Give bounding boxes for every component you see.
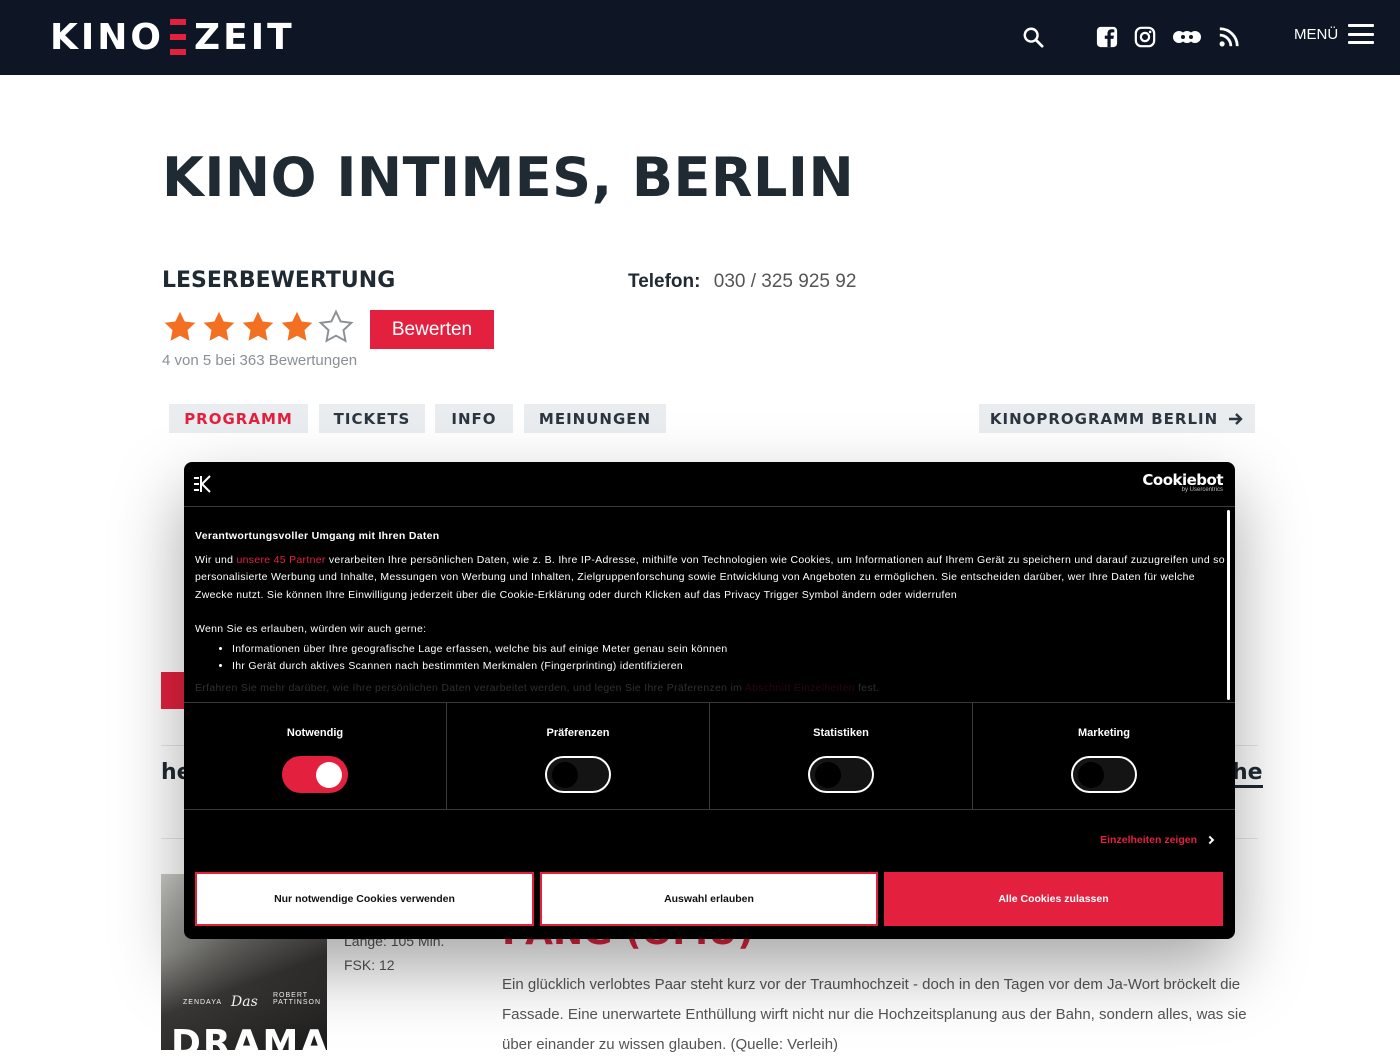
movie-fsk: FSK: 12 xyxy=(344,957,395,973)
star-outline-icon-5[interactable] xyxy=(318,309,354,345)
toggle-knob xyxy=(815,762,841,788)
page-title: KINO INTIMES, BERLIN xyxy=(162,146,855,209)
category-notwendig: Notwendig xyxy=(184,703,447,809)
cookie-bullet-list: Informationen über Ihre geografische Lag… xyxy=(232,641,1225,676)
kinoprogramm-berlin-label: KINOPROGRAMM BERLIN xyxy=(989,409,1219,428)
phone-label: Telefon: xyxy=(628,271,701,292)
kinozeit-small-logo-icon xyxy=(194,475,211,493)
header-icon-group xyxy=(1018,22,1244,52)
allow-all-cookies-button[interactable]: Alle Cookies zulassen xyxy=(884,872,1223,926)
category-marketing: Marketing xyxy=(973,703,1235,809)
toggle-knob xyxy=(316,762,342,788)
list-item: Ihr Gerät durch aktives Scannen nach bes… xyxy=(232,658,1225,676)
tab-meinungen[interactable]: MEINUNGEN xyxy=(524,404,666,433)
star-icon-4[interactable] xyxy=(279,309,315,345)
category-label: Marketing xyxy=(1078,727,1130,739)
cookie-consent-dialog: Cookiebot by Usercentrics Verantwortungs… xyxy=(184,462,1235,939)
chevron-right-icon xyxy=(1205,835,1215,845)
rating-summary: 4 von 5 bei 363 Bewertungen xyxy=(162,352,358,369)
star-rating[interactable] xyxy=(162,309,357,345)
cookie-paragraph-3: Erfahren Sie mehr darüber, wie Ihre pers… xyxy=(195,680,1225,698)
instagram-icon[interactable] xyxy=(1130,22,1160,52)
facebook-icon[interactable] xyxy=(1092,22,1122,52)
menu-button[interactable]: MENÜ xyxy=(1294,24,1375,44)
cookiebot-logo[interactable]: Cookiebot by Usercentrics xyxy=(1142,471,1223,493)
poster-credit-left: ZENDAYA xyxy=(183,999,223,1006)
show-details-label: Einzelheiten zeigen xyxy=(1100,834,1197,846)
toggle-notwendig[interactable] xyxy=(282,756,348,793)
cookie-paragraph-1: Wir und unsere 45 Partner verarbeiten Ih… xyxy=(195,552,1225,605)
cookie-dialog-header: Cookiebot by Usercentrics xyxy=(184,462,1235,507)
necessary-cookies-button[interactable]: Nur notwendige Cookies verwenden xyxy=(195,872,534,926)
partners-link[interactable]: unsere 45 Partner xyxy=(237,554,326,566)
movie-description: Ein glücklich verlobtes Paar steht kurz … xyxy=(502,976,1247,1053)
toggle-knob xyxy=(1078,762,1104,788)
rating-heading: LESERBEWERTUNG xyxy=(162,268,396,293)
poster-big-title: DRAMA xyxy=(171,1023,327,1050)
rate-button[interactable]: Bewerten xyxy=(370,310,494,349)
kinozeit-logo[interactable]: KINO ZEIT xyxy=(50,14,295,60)
details-section-link[interactable]: Abschnitt Einzelheiten xyxy=(745,682,855,694)
category-label: Notwendig xyxy=(286,727,344,739)
category-label: Statistiken xyxy=(813,727,869,739)
category-praeferenzen: Präferenzen xyxy=(447,703,710,809)
logo-text-right: ZEIT xyxy=(194,16,295,58)
cookie-p3-post: fest. xyxy=(854,681,880,694)
show-details-link[interactable]: Einzelheiten zeigen xyxy=(1100,834,1215,846)
category-statistiken: Statistiken xyxy=(710,703,973,809)
category-label: Präferenzen xyxy=(546,727,610,739)
section-heading-right[interactable]: he xyxy=(1232,760,1263,788)
logo-text-left: KINO xyxy=(50,16,165,58)
cookie-dialog-text: Verantwortungsvoller Umgang mit Ihren Da… xyxy=(195,528,1225,698)
arrow-right-icon xyxy=(1229,412,1243,425)
cookie-paragraph-2: Wenn Sie es erlauben, würden wir auch ge… xyxy=(195,623,427,635)
cookie-text-scrollbar[interactable] xyxy=(1227,510,1230,700)
cookie-p3-pre: Erfahren Sie mehr darüber, wie Ihre pers… xyxy=(195,681,745,694)
star-icon-1[interactable] xyxy=(162,309,198,345)
tab-info[interactable]: INFO xyxy=(435,404,513,433)
phone-number[interactable]: 030 / 325 925 92 xyxy=(714,271,857,292)
cookie-heading: Verantwortungsvoller Umgang mit Ihren Da… xyxy=(195,530,440,542)
cookie-p1-post: verarbeiten Ihre persönlichen Daten, wie… xyxy=(195,553,1225,601)
toggle-statistiken[interactable] xyxy=(808,756,874,793)
tab-programm[interactable]: PROGRAMM xyxy=(169,404,308,433)
cookie-p1-pre: Wir und xyxy=(195,553,237,566)
poster-small-title: Das xyxy=(231,994,258,1010)
list-item: Informationen über Ihre geografische Lag… xyxy=(232,641,1225,659)
phone-info: Telefon: 030 / 325 925 92 xyxy=(628,271,856,293)
poster-credit-right: ROBERT PATTINSON xyxy=(273,992,322,1006)
star-icon-3[interactable] xyxy=(240,309,276,345)
star-icon-2[interactable] xyxy=(201,309,237,345)
kinoprogramm-berlin-link[interactable]: KINOPROGRAMM BERLIN xyxy=(979,404,1255,433)
search-icon[interactable] xyxy=(1018,22,1048,52)
logo-mark-icon xyxy=(170,19,187,55)
allow-selection-button[interactable]: Auswahl erlauben xyxy=(540,872,878,926)
letterboxd-icon[interactable] xyxy=(1172,22,1202,52)
rss-icon[interactable] xyxy=(1214,22,1244,52)
tab-tickets[interactable]: TICKETS xyxy=(319,404,425,433)
menu-label: MENÜ xyxy=(1294,25,1339,43)
top-navigation-bar: KINO ZEIT MENÜ xyxy=(0,0,1400,75)
cookie-categories: Notwendig Präferenzen Statistiken Market… xyxy=(184,702,1235,810)
toggle-marketing[interactable] xyxy=(1071,756,1137,793)
toggle-praeferenzen[interactable] xyxy=(545,756,611,793)
toggle-knob xyxy=(552,762,578,788)
hamburger-icon xyxy=(1348,24,1375,44)
